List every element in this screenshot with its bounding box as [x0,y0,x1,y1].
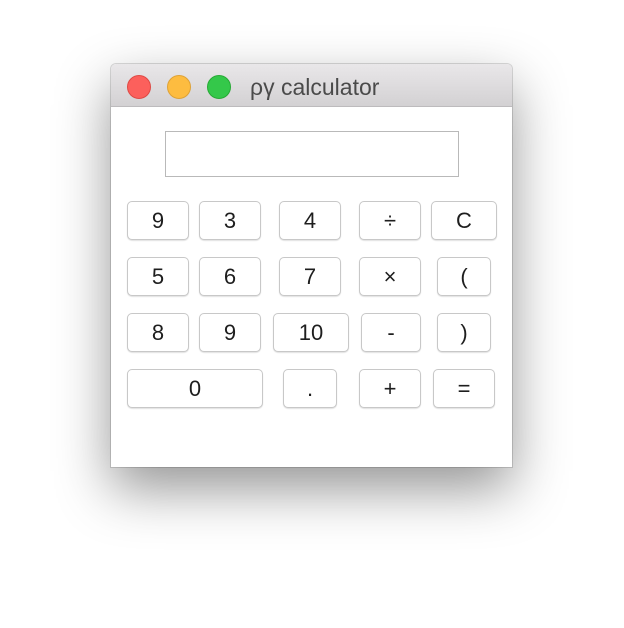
key-10[interactable]: 10 [273,313,349,352]
display-field[interactable] [165,131,459,177]
key-4[interactable]: 4 [279,201,341,240]
key-close-paren[interactable]: ) [437,313,491,352]
key-open-paren[interactable]: ( [437,257,491,296]
calculator-window: ργ calculator 9 3 4 ÷ C 5 6 7 × ( 8 9 10… [111,64,512,467]
maximize-window-button[interactable] [207,75,231,99]
key-9-second[interactable]: 9 [199,313,261,352]
key-plus[interactable]: + [359,369,421,408]
key-decimal[interactable]: . [283,369,337,408]
key-minus[interactable]: - [361,313,421,352]
key-5[interactable]: 5 [127,257,189,296]
key-9[interactable]: 9 [127,201,189,240]
minimize-window-button[interactable] [167,75,191,99]
key-3[interactable]: 3 [199,201,261,240]
key-divide[interactable]: ÷ [359,201,421,240]
key-0[interactable]: 0 [127,369,263,408]
key-multiply[interactable]: × [359,257,421,296]
key-8[interactable]: 8 [127,313,189,352]
key-equals[interactable]: = [433,369,495,408]
key-7[interactable]: 7 [279,257,341,296]
window-title: ργ calculator [250,74,380,100]
key-6[interactable]: 6 [199,257,261,296]
title-bar[interactable]: ργ calculator [111,64,512,107]
close-window-button[interactable] [127,75,151,99]
key-clear[interactable]: C [431,201,497,240]
